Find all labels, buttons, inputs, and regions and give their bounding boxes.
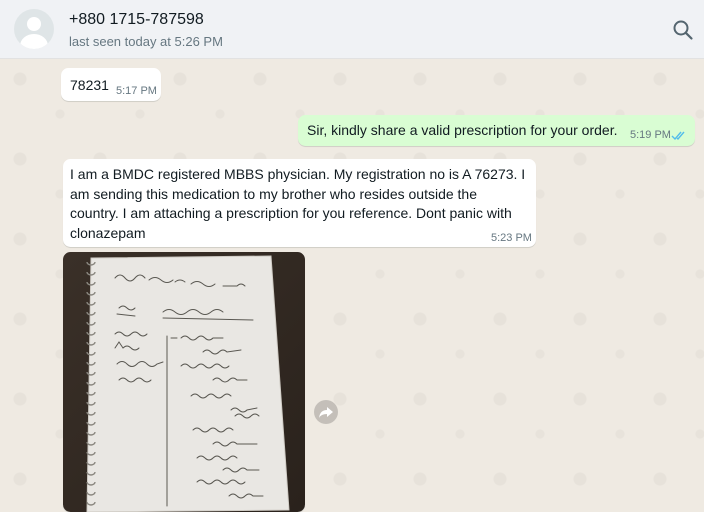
message-outgoing[interactable]: Sir, kindly share a valid prescription f…: [298, 115, 695, 146]
message-text: Sir, kindly share a valid prescription f…: [307, 122, 618, 138]
message-image[interactable]: [63, 252, 305, 512]
prescription-photo[interactable]: [63, 252, 305, 512]
chat-header: +880 1715-787598 last seen today at 5:26…: [0, 0, 704, 59]
double-check-icon: [671, 128, 687, 144]
contact-name[interactable]: +880 1715-787598: [69, 11, 204, 29]
contact-last-seen: last seen today at 5:26 PM: [69, 34, 223, 49]
message-time: 5:23 PM: [491, 232, 532, 244]
avatar-head: [27, 17, 41, 31]
avatar-body: [20, 34, 48, 49]
message-time: 5:19 PM: [630, 129, 671, 141]
search-icon[interactable]: [672, 19, 694, 41]
message-incoming[interactable]: I am a BMDC registered MBBS physician. M…: [63, 159, 536, 247]
message-text: 78231: [70, 77, 109, 93]
message-text: I am a BMDC registered MBBS physician. M…: [70, 166, 526, 241]
message-time: 5:17 PM: [116, 85, 157, 97]
contact-avatar-icon[interactable]: [14, 9, 54, 49]
message-incoming[interactable]: 78231 5:17 PM: [61, 68, 161, 101]
forward-icon[interactable]: [314, 400, 338, 424]
